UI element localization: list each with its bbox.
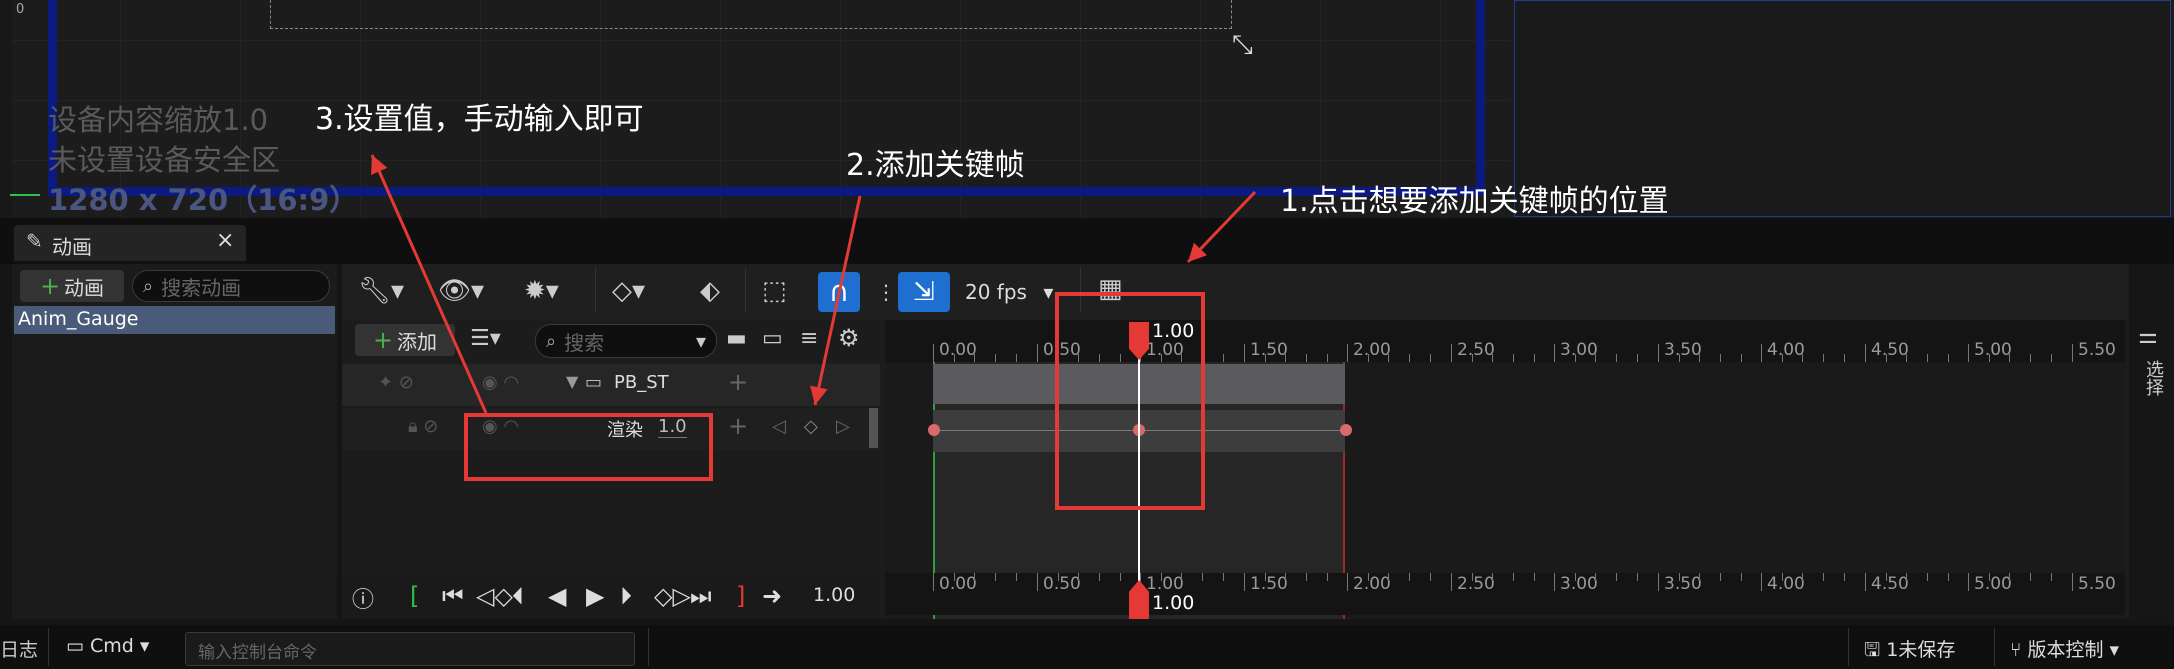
annotation-step3: 3.设置值，手动输入即可	[315, 102, 644, 137]
annotation-step1: 1.点击想要添加关键帧的位置	[1280, 184, 1669, 219]
annotation-step2: 2.添加关键帧	[846, 148, 1025, 183]
